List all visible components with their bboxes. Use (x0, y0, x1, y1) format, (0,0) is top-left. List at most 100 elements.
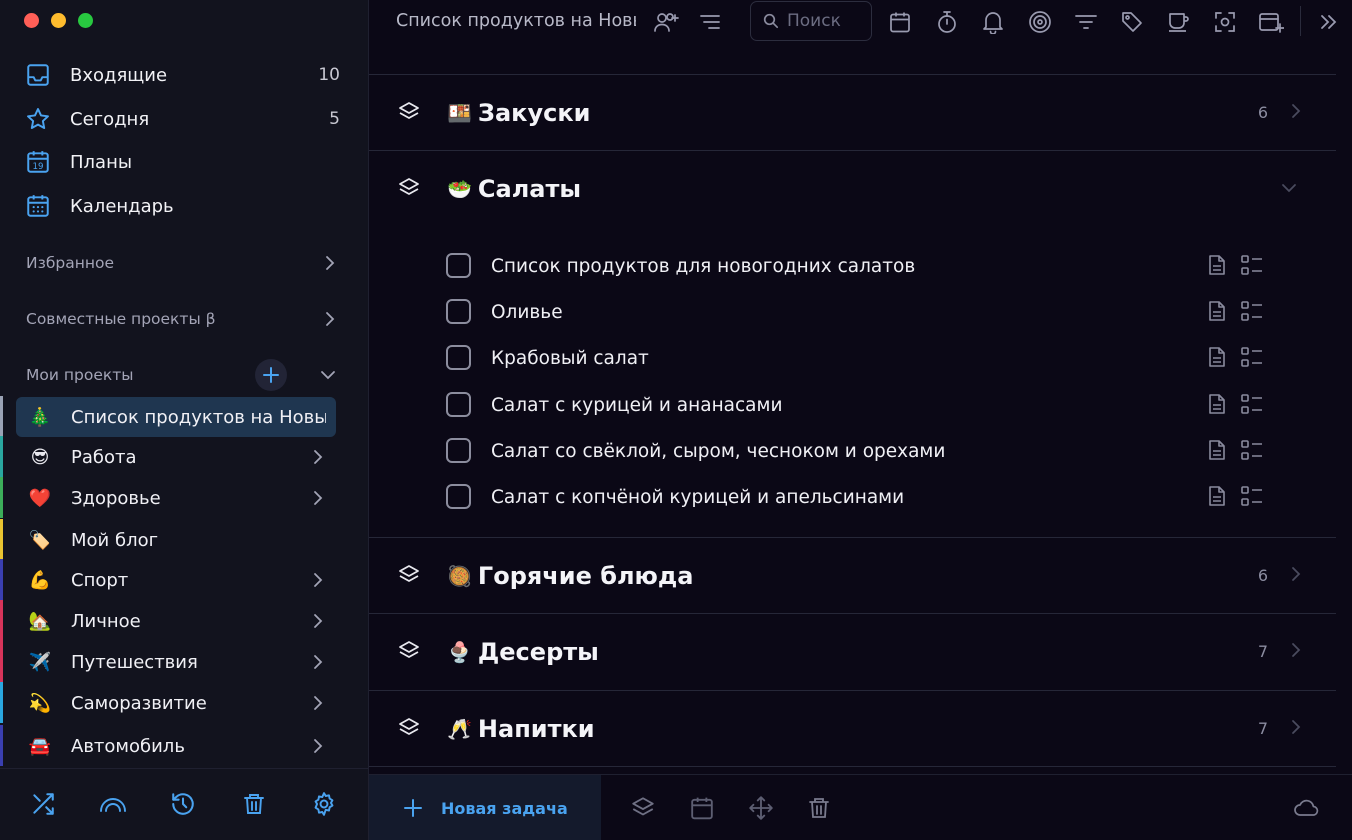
chevron-right-icon[interactable] (312, 490, 324, 506)
project-item[interactable]: 💫 Саморазвитие (16, 683, 336, 723)
chevron-right-icon[interactable] (312, 613, 324, 629)
history-icon[interactable] (168, 789, 198, 819)
project-item[interactable]: 🚘 Автомобиль (16, 726, 336, 766)
chevron-right-icon[interactable] (1290, 565, 1302, 583)
add-project-button[interactable] (255, 359, 287, 391)
nav-item-calendar[interactable]: Календарь (16, 186, 346, 226)
focus-icon[interactable] (1026, 8, 1054, 36)
project-item[interactable]: 😎 Работа (16, 437, 336, 477)
task-group[interactable]: 🍨 Десерты 7 (369, 613, 1336, 689)
new-task-button[interactable]: Новая задача (369, 775, 601, 840)
task-row[interactable]: Крабовый салат (369, 338, 1336, 378)
zoom-window-button[interactable] (78, 13, 93, 28)
task-row[interactable]: Салат с копчёной курицей и апельсинами (369, 477, 1336, 517)
scan-icon[interactable] (1211, 8, 1239, 36)
gear-icon[interactable] (309, 789, 339, 819)
project-item[interactable]: ❤️ Здоровье (16, 478, 336, 518)
shuffle-icon[interactable] (28, 789, 58, 819)
chevron-right-icon[interactable] (312, 695, 324, 711)
add-person-icon[interactable] (652, 8, 680, 36)
project-item[interactable]: 🏷️ Мой блог (16, 520, 336, 560)
task-checkbox[interactable] (446, 392, 471, 417)
project-color-bar (0, 559, 3, 600)
nav-item-inbox[interactable]: Входящие 10 (16, 55, 346, 95)
note-icon[interactable] (1207, 393, 1227, 415)
checklist-icon[interactable] (1240, 439, 1264, 461)
tag-icon[interactable] (1118, 8, 1146, 36)
project-emoji: 😎 (30, 446, 50, 468)
task-row[interactable]: Оливье (369, 292, 1336, 332)
note-icon[interactable] (1207, 485, 1227, 507)
task-row[interactable]: Список продуктов для новогодних салатов (369, 246, 1336, 286)
group-count: 6 (1257, 103, 1268, 122)
chevron-down-icon[interactable] (320, 369, 336, 381)
sort-icon[interactable] (696, 8, 724, 36)
checklist-icon[interactable] (1240, 393, 1264, 415)
chevron-right-icon[interactable] (1290, 102, 1302, 120)
group-divider (369, 766, 1336, 767)
task-row[interactable]: Салат с курицей и ананасами (369, 385, 1336, 425)
task-checkbox[interactable] (446, 438, 471, 463)
checklist-icon[interactable] (1240, 485, 1264, 507)
task-checkbox[interactable] (446, 253, 471, 278)
nav-item-plans[interactable]: 19 Планы (16, 142, 346, 182)
chevron-right-icon[interactable] (1290, 641, 1302, 659)
note-icon[interactable] (1207, 254, 1227, 276)
project-emoji: 🎄 (28, 406, 52, 428)
note-icon[interactable] (1207, 439, 1227, 461)
checklist-icon[interactable] (1240, 300, 1264, 322)
close-window-button[interactable] (24, 13, 39, 28)
search-input[interactable] (787, 11, 867, 31)
double-chevron-right-icon[interactable] (1315, 8, 1343, 36)
layers-icon[interactable] (629, 794, 657, 822)
project-label: Автомобиль (71, 735, 185, 757)
filter-icon[interactable] (1072, 8, 1100, 36)
note-icon[interactable] (1207, 300, 1227, 322)
section-label: Избранное (26, 254, 115, 272)
chevron-right-icon[interactable] (312, 449, 324, 465)
section-favorites[interactable]: Избранное (26, 248, 336, 278)
checklist-icon[interactable] (1240, 254, 1264, 276)
task-title: Список продуктов для новогодних салатов (491, 255, 916, 277)
task-group[interactable]: 🥗 Салаты (369, 150, 1336, 227)
chevron-right-icon[interactable] (1290, 718, 1302, 736)
calendar-icon[interactable] (688, 794, 716, 822)
rainbow-icon[interactable] (98, 789, 128, 819)
move-icon[interactable] (747, 794, 775, 822)
section-shared-projects[interactable]: Совместные проекты β (26, 304, 336, 334)
trash-icon[interactable] (239, 789, 269, 819)
group-emoji: 🥗 (447, 177, 472, 201)
task-checkbox[interactable] (446, 345, 471, 370)
task-checkbox[interactable] (446, 484, 471, 509)
chevron-down-icon[interactable] (1280, 182, 1298, 194)
project-item[interactable]: 🏡 Личное (16, 601, 336, 641)
project-item[interactable]: 🎄 Список продуктов на Новый год (16, 397, 336, 437)
chevron-right-icon[interactable] (312, 738, 324, 754)
project-item[interactable]: ✈️ Путешествия (16, 642, 336, 682)
add-window-icon[interactable] (1257, 8, 1285, 36)
chevron-right-icon[interactable] (312, 654, 324, 670)
nav-item-today[interactable]: Сегодня 5 (16, 99, 346, 139)
task-group[interactable]: 🥘 Горячие блюда 6 (369, 537, 1336, 613)
bell-icon[interactable] (979, 8, 1007, 36)
section-my-projects[interactable]: Мои проекты (26, 360, 336, 390)
minimize-window-button[interactable] (51, 13, 66, 28)
project-item[interactable]: 💪 Спорт (16, 560, 336, 600)
task-row[interactable]: Салат со свёклой, сыром, чесноком и орех… (369, 431, 1336, 471)
checklist-icon[interactable] (1240, 346, 1264, 368)
task-title: Салат с копчёной курицей и апельсинами (491, 486, 905, 508)
note-icon[interactable] (1207, 346, 1227, 368)
svg-text:19: 19 (32, 162, 43, 172)
top-bar: Список продуктов на Новый год (369, 0, 1352, 44)
task-group[interactable]: 🥂 Напитки 7 (369, 690, 1336, 766)
task-checkbox[interactable] (446, 299, 471, 324)
trash-icon[interactable] (805, 794, 833, 822)
chevron-right-icon[interactable] (312, 572, 324, 588)
project-color-bar (0, 725, 3, 766)
cup-icon[interactable] (1165, 8, 1193, 36)
calendar-icon[interactable] (886, 8, 914, 36)
timer-icon[interactable] (933, 8, 961, 36)
task-group[interactable]: 🍱 Закуски 6 (369, 74, 1336, 150)
cloud-icon[interactable] (1293, 794, 1321, 822)
search-box[interactable] (750, 1, 872, 41)
